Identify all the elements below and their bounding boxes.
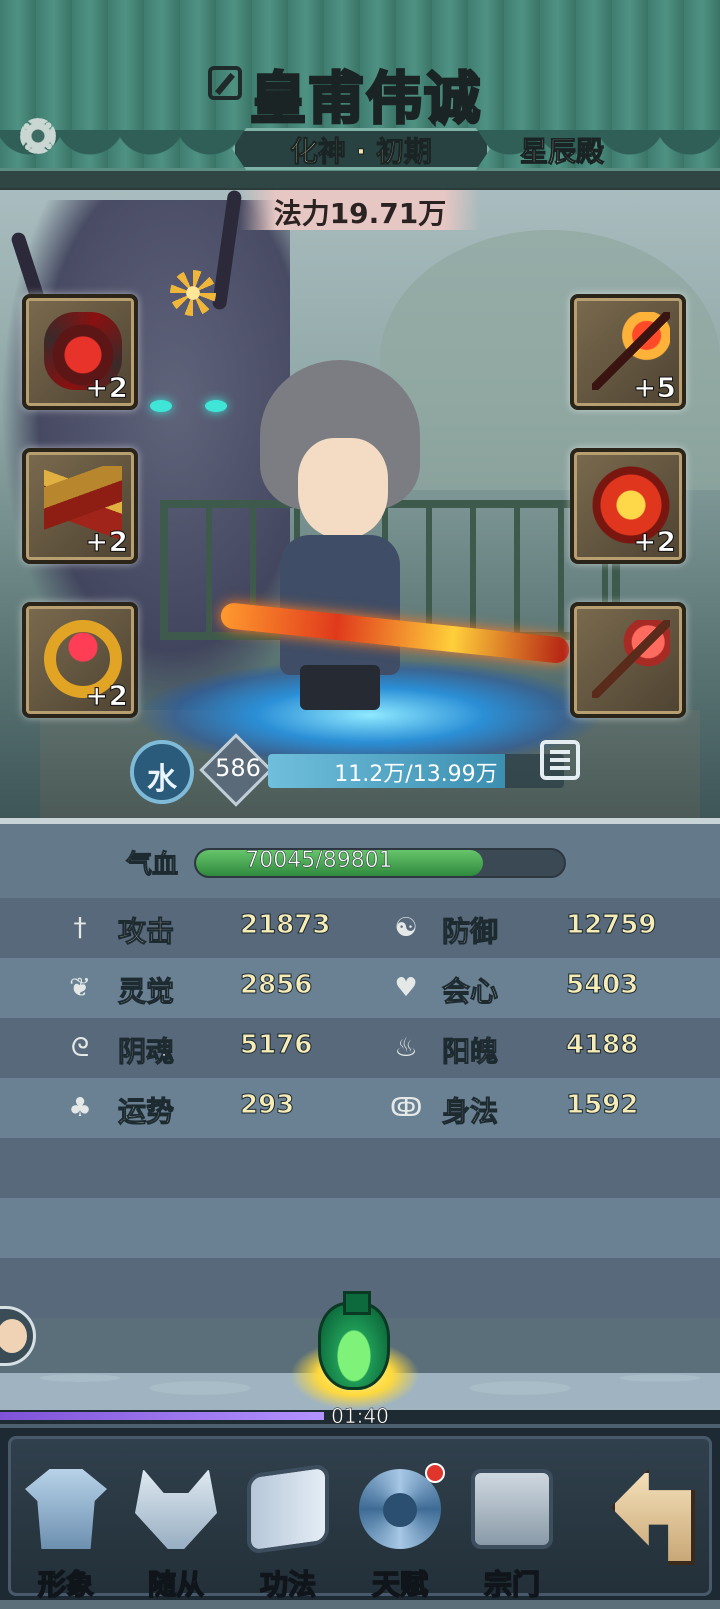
- nav-techniques[interactable]: 功法: [235, 1459, 341, 1609]
- return-arrow-icon: [611, 1469, 695, 1565]
- equip-level: +2: [85, 525, 129, 559]
- equip-slot-mace[interactable]: [570, 602, 686, 718]
- yin-soul-icon: ᘓ: [70, 1033, 90, 1063]
- stat-yang-spirit: ♨ 阳魄 4188: [360, 1018, 720, 1078]
- player-level: 586: [215, 754, 261, 782]
- stat-name: 身法: [441, 1095, 499, 1129]
- hero-body: [280, 535, 400, 675]
- stat-row: ❦ 灵觉 2856 ♥ 会心 5403: [0, 958, 720, 1018]
- stat-defense: ☯ 防御 12759: [360, 898, 720, 958]
- sword-icon: †: [73, 913, 87, 943]
- notification-dot: [425, 1463, 445, 1483]
- equip-level: +2: [85, 371, 129, 405]
- hp-row: 气血 70045/89801: [0, 832, 720, 892]
- stat-value: 12759: [565, 910, 657, 941]
- eye-lotus-icon: ❦: [69, 973, 91, 1003]
- swirl-icon: ↂ: [390, 1093, 423, 1123]
- stat-perception: ❦ 灵觉 2856: [0, 958, 360, 1018]
- star-badge-icon[interactable]: [170, 270, 216, 316]
- stat-name: 灵觉: [117, 975, 175, 1009]
- bottom-nav: 形象 随从 功法 天赋 宗门: [0, 1424, 720, 1602]
- nav-label: 随从: [147, 1567, 205, 1602]
- stat-name: 阴魂: [117, 1035, 175, 1069]
- book-icon: [247, 1463, 329, 1555]
- sect-name[interactable]: 星辰殿: [519, 130, 604, 170]
- stat-value: 2856: [239, 970, 313, 1001]
- stat-row: ♣ 运势 293 ↂ 身法 1592: [0, 1078, 720, 1138]
- stat-agility: ↂ 身法 1592: [360, 1078, 720, 1138]
- stats-panel: 气血 70045/89801 † 攻击 21873 ☯ 防御 12759 ❦ 灵…: [0, 818, 720, 1318]
- idle-timer-fill: [0, 1412, 324, 1420]
- nav-talent[interactable]: 天赋: [347, 1459, 453, 1609]
- nav-label: 功法: [259, 1567, 317, 1602]
- hero-face: [298, 438, 388, 538]
- player-character[interactable]: [250, 360, 430, 710]
- hp-label: 气血: [125, 850, 179, 881]
- stat-name: 攻击: [117, 915, 175, 949]
- nav-label: 宗门: [483, 1567, 541, 1602]
- list-menu-icon[interactable]: [540, 740, 580, 780]
- nav-followers[interactable]: 随从: [123, 1459, 229, 1609]
- equip-slot-boots[interactable]: +2: [22, 448, 138, 564]
- stat-value: 1592: [565, 1090, 639, 1121]
- realm-label: 化神 · 初期: [289, 135, 433, 169]
- stat-name: 阳魄: [441, 1035, 499, 1069]
- empty-row: [0, 1138, 720, 1198]
- cultivation-exp-row: 水 586 11.2万/13.99万: [130, 733, 590, 807]
- stat-attack: † 攻击 21873: [0, 898, 360, 958]
- robe-icon: [25, 1469, 107, 1549]
- yin-yang-icon: ☯: [394, 913, 418, 943]
- bottom-nav-panel: 形象 随从 功法 天赋 宗门: [8, 1436, 712, 1602]
- heart-icon: ♥: [394, 973, 418, 1003]
- stat-name: 防御: [441, 915, 499, 949]
- stat-value: 293: [239, 1090, 295, 1121]
- gate-icon: [471, 1469, 553, 1549]
- stat-name: 运势: [117, 1095, 175, 1129]
- stat-value: 21873: [239, 910, 331, 941]
- stat-critical: ♥ 会心 5403: [360, 958, 720, 1018]
- stat-row: ᘓ 阴魂 5176 ♨ 阳魄 4188: [0, 1018, 720, 1078]
- power-label: 法力19.71万: [273, 197, 447, 230]
- back-button[interactable]: [605, 1459, 697, 1579]
- stat-value: 4188: [565, 1030, 639, 1061]
- equip-slot-ring[interactable]: +2: [22, 602, 138, 718]
- mace-icon: [592, 620, 670, 698]
- equip-slot-helmet[interactable]: +2: [22, 294, 138, 410]
- beast-eye: [150, 400, 172, 412]
- edit-icon[interactable]: [208, 66, 242, 100]
- hp-text: 70045/89801: [245, 848, 393, 874]
- stat-name: 会心: [441, 975, 499, 1009]
- flame-icon: ♨: [394, 1033, 418, 1063]
- nav-label: 天赋: [371, 1567, 429, 1602]
- jade-vase-icon[interactable]: [318, 1291, 390, 1390]
- nav-label: 形象: [37, 1567, 95, 1602]
- equip-level: +2: [633, 525, 677, 559]
- equip-slot-armor[interactable]: +2: [570, 448, 686, 564]
- stat-row: † 攻击 21873 ☯ 防御 12759: [0, 898, 720, 958]
- player-name: 皇甫伟诚: [249, 66, 482, 134]
- stat-value: 5403: [565, 970, 639, 1001]
- stat-yin-soul: ᘓ 阴魂 5176: [0, 1018, 360, 1078]
- nav-appearance[interactable]: 形象: [13, 1459, 119, 1609]
- equip-slot-staff[interactable]: +5: [570, 294, 686, 410]
- nav-sect[interactable]: 宗门: [459, 1459, 565, 1609]
- stat-value: 5176: [239, 1030, 313, 1061]
- empty-row: [0, 1198, 720, 1258]
- water-element-badge[interactable]: 水: [130, 740, 194, 804]
- wolf-icon: [135, 1469, 217, 1549]
- element-label: 水: [147, 762, 177, 797]
- stat-luck: ♣ 运势 293: [0, 1078, 360, 1138]
- beast-eye: [205, 400, 227, 412]
- clover-icon: ♣: [68, 1093, 92, 1123]
- header-band: [0, 168, 720, 188]
- hero-legs: [300, 665, 380, 710]
- equip-level: +5: [633, 371, 677, 405]
- gear-icon[interactable]: [20, 118, 56, 154]
- equip-level: +2: [85, 679, 129, 713]
- exp-text: 11.2万/13.99万: [334, 762, 498, 787]
